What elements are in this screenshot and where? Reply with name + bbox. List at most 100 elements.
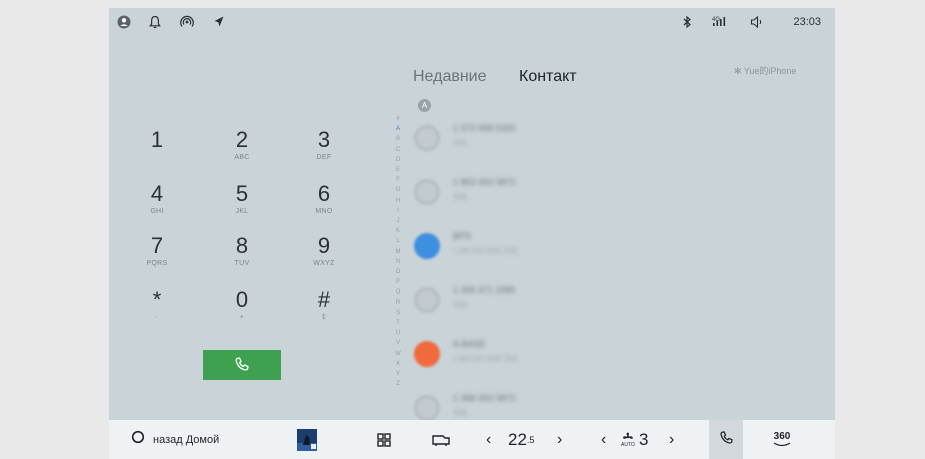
contact-name: 1 373 468 5320 [453,123,516,133]
alphabet-index-letter[interactable]: Z [394,379,402,389]
alphabet-index[interactable]: # A B C D E F G H I J K L M N O P Q R S T U V W X Y Z [394,114,402,389]
chevron-left-icon: ‹ [601,430,607,448]
bluetooth-icon [682,15,692,32]
alphabet-index-letter[interactable]: Q [394,287,402,297]
dialpad-letters: JKL [235,208,249,215]
dialpad-key[interactable]: 3 DEF [294,128,354,174]
media-thumbnail[interactable] [297,420,317,459]
temp-down-button[interactable]: ‹ [486,420,491,459]
contact-row[interactable]: BFN 1 860 000 0000 手机 [409,224,709,274]
contact-subtitle: 1 860 000 0000 手机 [453,356,518,363]
dialpad-digit: 5 [235,181,249,206]
alphabet-index-letter[interactable]: F [394,175,402,185]
fan-level: 3 [639,420,648,459]
contact-avatar [414,179,440,205]
home-button[interactable]: назад Домой [131,420,219,459]
camera-360-label: 360 [773,431,791,442]
contact-name: 1 863 463 3872 [453,177,516,187]
user-icon[interactable] [117,15,131,32]
dialpad-key[interactable]: 1 [127,128,187,174]
contact-name: 1 305 471 3385 [453,285,516,295]
dialpad-letters: ABC [234,154,250,161]
dialpad-key[interactable]: * · [127,288,187,334]
status-bar: 4G 23:03 [109,8,835,38]
chevron-right-icon: › [557,430,563,448]
camera-360-button[interactable]: 360 [773,420,791,459]
volume-icon[interactable] [750,15,764,32]
alphabet-index-letter[interactable]: V [394,338,402,348]
bell-icon [149,15,161,32]
alphabet-index-letter[interactable]: L [394,236,402,246]
alphabet-index-letter[interactable]: D [394,155,402,165]
section-letter-badge: A [418,99,431,112]
dialpad-letters: WXYZ [313,260,335,267]
call-button[interactable] [203,350,281,380]
alphabet-index-letter[interactable]: H [394,196,402,206]
contact-avatar [414,125,440,151]
alphabet-index-letter[interactable]: K [394,226,402,236]
apps-grid-icon[interactable] [377,420,391,459]
dialpad-digit: 1 [150,127,164,152]
dialpad-key[interactable]: 5 JKL [212,182,272,228]
phone-icon [719,430,734,450]
alphabet-index-letter[interactable]: X [394,359,402,369]
dialpad-key[interactable]: 6 MNO [294,182,354,228]
home-circle-icon [131,430,145,449]
dialpad-letters: TUV [234,260,250,267]
dialpad-digit: 6 [317,181,331,206]
contact-name: 1 368 463 3872 [453,393,516,403]
alphabet-index-letter[interactable]: B [394,134,402,144]
phone-icon [234,356,250,375]
tab-recent[interactable]: Недавние [413,68,487,86]
alphabet-index-letter[interactable]: M [394,247,402,257]
dialpad-letters: DEF [316,154,332,161]
contact-avatar [414,395,440,421]
tab-contacts[interactable]: Контакт [519,68,577,86]
alphabet-index-letter[interactable]: R [394,298,402,308]
alphabet-index-letter[interactable]: S [394,308,402,318]
dialpad-key[interactable]: 4 GHI [127,182,187,228]
location-arrow-icon [213,15,225,32]
phone-app-screen: 4G 23:03 Недавние Контакт ✻ Yue的iPhone 1… [109,8,835,459]
alphabet-index-letter[interactable]: I [394,206,402,216]
temp-up-button[interactable]: › [557,420,562,459]
fan-level-value: 3 [639,429,649,449]
alphabet-index-letter[interactable]: E [394,165,402,175]
home-label: назад Домой [153,433,220,446]
contact-row[interactable]: 1 373 468 5320 手机 [409,116,709,166]
contact-row[interactable]: 1 305 471 3385 手机 [409,278,709,328]
dialpad-key[interactable]: 8 TUV [212,234,272,280]
alphabet-index-letter[interactable]: P [394,277,402,287]
dialpad-key[interactable]: 0 + [212,288,272,334]
dialpad-letters: PQRS [146,260,168,267]
dialpad-digit: 2 [235,127,249,152]
phone-nav-button[interactable] [709,420,743,459]
alphabet-index-letter[interactable]: J [394,216,402,226]
alphabet-index-letter[interactable]: C [394,145,402,155]
connected-device-name: ✻ Yue的iPhone [734,66,797,76]
alphabet-index-letter[interactable]: Y [394,369,402,379]
car-settings-icon[interactable] [431,420,451,459]
alphabet-index-letter[interactable]: # [394,114,402,124]
chevron-right-icon: › [669,430,675,448]
contact-row[interactable]: A.BASE 1 860 000 0000 手机 [409,332,709,382]
alphabet-index-letter[interactable]: U [394,328,402,338]
fan-down-button[interactable]: ‹ [601,420,606,459]
clock: 23:03 [793,16,821,28]
dialpad-key[interactable]: 7 PQRS [127,234,187,280]
contact-row[interactable]: 1 863 463 3872 手机 [409,170,709,220]
dialpad-key[interactable]: 2 ABC [212,128,272,174]
alphabet-index-letter[interactable]: O [394,267,402,277]
fan-up-button[interactable]: › [669,420,674,459]
alphabet-index-letter[interactable]: A [394,124,402,134]
alphabet-index-letter[interactable]: G [394,185,402,195]
contact-subtitle: 手机 [453,410,467,417]
dialpad-key[interactable]: 9 WXYZ [294,234,354,280]
alphabet-index-letter[interactable]: T [394,318,402,328]
dialpad-letters: + [239,314,245,321]
dialpad-key[interactable]: # ‡ [294,288,354,334]
chevron-left-icon: ‹ [486,430,492,448]
alphabet-index-letter[interactable]: W [394,349,402,359]
alphabet-index-letter[interactable]: N [394,257,402,267]
dialpad-letters: GHI [150,208,164,215]
